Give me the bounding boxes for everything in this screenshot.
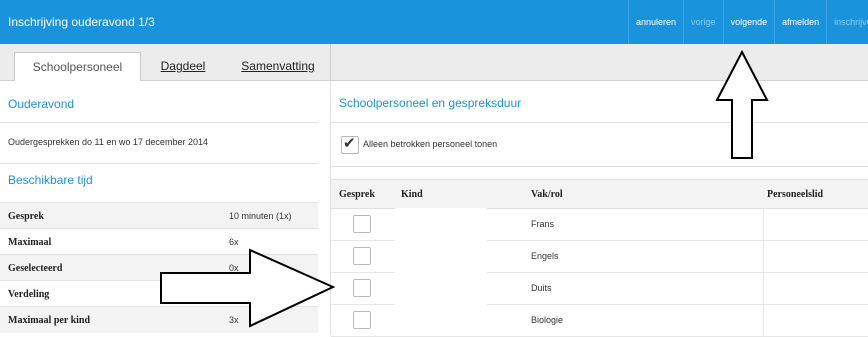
right-arrow-annotation [160,248,336,328]
ouderavond-description: Oudergesprekken do 11 en wo 17 december … [8,137,208,147]
info-label: Geselecteerd [8,263,63,274]
up-arrow-annotation [715,50,769,159]
info-label: Verdeling [8,289,50,300]
vak-cell: Biologie [531,315,564,325]
column-divider [763,208,764,335]
gesprek-checkbox[interactable] [353,247,371,265]
column-kind: Kind [401,189,423,200]
tab-schoolpersoneel[interactable]: Schoolpersoneel [14,52,141,81]
table-header: Gesprek Kind Vak/rol Personeelslid [331,179,868,209]
divider [0,122,318,123]
top-navigation: annuleren vorige volgende afmelden insch… [628,0,868,44]
previous-link[interactable]: vorige [683,0,723,44]
divider [331,166,868,167]
gesprek-checkbox[interactable] [353,279,371,297]
info-value: 10 minuten (1x) [229,211,292,221]
app-title: Inschrijving ouderavond 1/3 [8,15,155,29]
filter-label: Alleen betrokken personeel tonen [363,139,498,149]
vak-cell: Frans [531,219,555,229]
ouderavond-heading: Ouderavond [8,97,75,111]
info-value: 6x [229,237,239,247]
column-personeelslid: Personeelslid [767,189,824,200]
checkmark-icon: ✔ [343,135,356,152]
divider [0,163,318,164]
column-gesprek: Gesprek [339,189,375,200]
right-panel: Schoolpersoneel en gespreksduur ✔ Alleen… [330,81,868,337]
info-label: Maximaal per kind [8,315,91,326]
info-label: Maximaal [8,237,52,248]
info-label: Gesprek [8,211,44,222]
top-bar: Inschrijving ouderavond 1/3 annuleren vo… [0,0,868,44]
vak-cell: Engels [531,251,559,261]
column-vak: Vak/rol [531,189,563,200]
gesprek-checkbox[interactable] [353,215,371,233]
logout-link[interactable]: afmelden [774,0,826,44]
cancel-link[interactable]: annuleren [628,0,683,44]
tab-samenvatting[interactable]: Samenvatting [228,52,328,80]
info-row-gesprek: Gesprek 10 minuten (1x) [0,202,318,229]
filter-checkbox[interactable]: ✔ [341,135,359,154]
tab-dagdeel[interactable]: Dagdeel [148,52,218,80]
next-link[interactable]: volgende [722,0,775,44]
schoolpersoneel-heading: Schoolpersoneel en gespreksduur [339,96,522,110]
vak-cell: Duits [531,283,552,293]
register-link[interactable]: inschrijven [826,0,868,44]
kind-column-redaction [395,208,487,335]
tab-divider [330,44,331,80]
beschikbare-tijd-heading: Beschikbare tijd [8,173,93,187]
divider [331,122,868,123]
gesprek-checkbox[interactable] [353,311,371,329]
